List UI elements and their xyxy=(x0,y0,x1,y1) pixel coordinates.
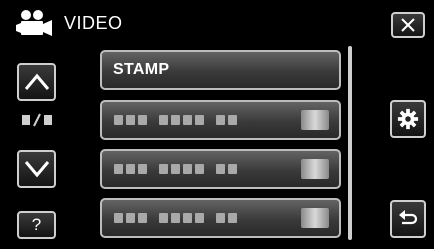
gear-icon xyxy=(397,108,419,130)
placeholder-text xyxy=(114,115,237,125)
close-button[interactable] xyxy=(391,12,425,38)
video-camera-icon xyxy=(16,10,52,36)
scroll-up-button[interactable] xyxy=(17,63,56,101)
placeholder-text xyxy=(114,164,237,174)
placeholder-swatch xyxy=(301,208,329,228)
page-indicator-icon xyxy=(22,113,52,127)
placeholder-swatch xyxy=(301,110,329,130)
help-label: ? xyxy=(31,215,42,234)
scroll-down-button[interactable] xyxy=(17,150,56,188)
page-title: VIDEO xyxy=(64,12,123,33)
chevron-up-icon xyxy=(24,73,49,90)
help-button[interactable]: ? xyxy=(17,211,56,239)
list-item-placeholder[interactable] xyxy=(100,198,341,238)
close-icon xyxy=(401,18,415,32)
scrollbar-track[interactable] xyxy=(348,46,352,240)
list-item-placeholder[interactable] xyxy=(100,100,341,140)
list-item-placeholder[interactable] xyxy=(100,149,341,189)
placeholder-swatch xyxy=(301,159,329,179)
header: VIDEO xyxy=(14,6,123,40)
list-item-stamp[interactable]: STAMP xyxy=(100,50,341,90)
placeholder-text xyxy=(114,213,237,223)
scrollbar-thumb[interactable] xyxy=(348,46,352,240)
back-button[interactable] xyxy=(390,200,426,238)
chevron-down-icon xyxy=(24,161,49,178)
list-item-label: STAMP xyxy=(113,61,170,78)
back-return-icon xyxy=(399,210,418,225)
settings-button[interactable] xyxy=(390,100,426,138)
